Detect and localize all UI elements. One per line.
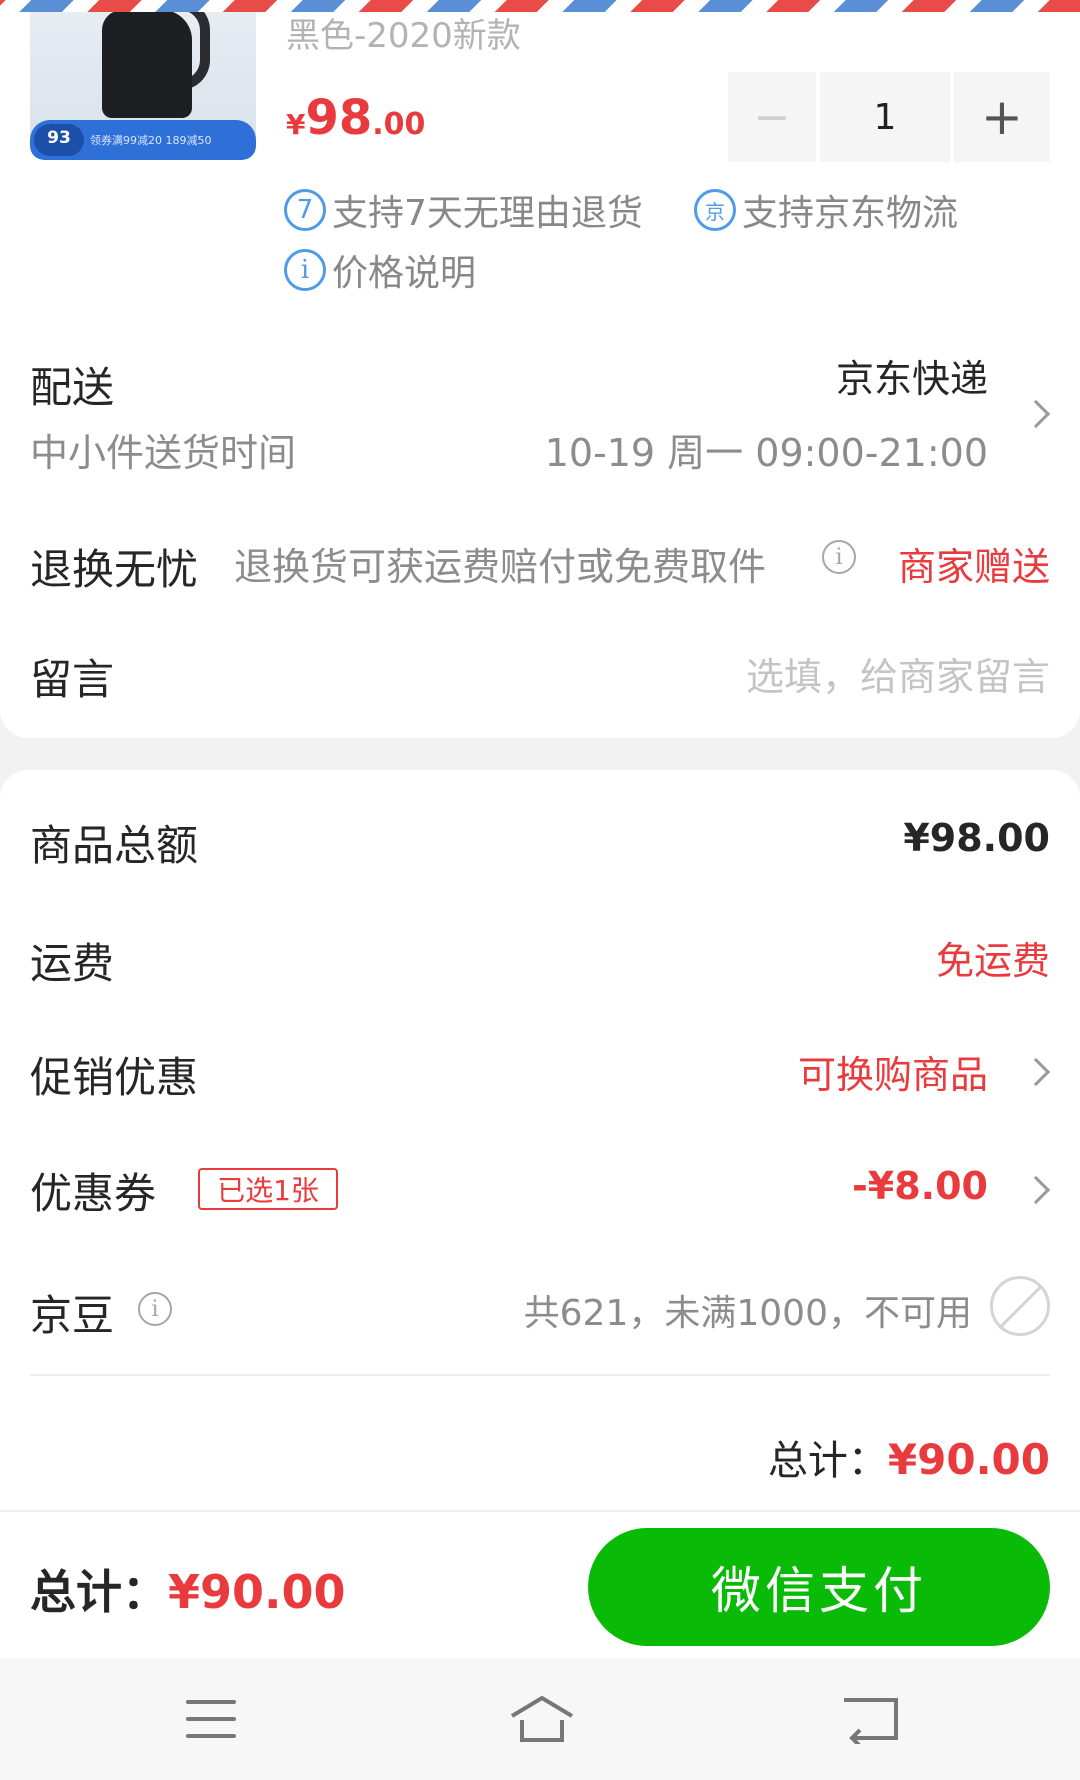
product-price: ¥98.00: [286, 90, 425, 146]
returns-gift-text: 商家赠送: [897, 545, 1050, 589]
quantity-stepper: − 1 +: [728, 72, 1050, 162]
jingdou-disabled-toggle-icon[interactable]: [990, 1276, 1050, 1336]
delivery-chevron-right-icon[interactable]: [1021, 399, 1051, 429]
service-7day-return: 7 支持7天无理由退货: [284, 184, 643, 236]
checkout-total-label: 总计：: [30, 1565, 168, 1619]
service-jd-logistics: 京 支持京东物流: [694, 184, 958, 236]
goods-total-label: 商品总额: [30, 821, 199, 870]
shipping-value: 免运费: [935, 939, 1050, 983]
thumbnail-promo-text: 领券满99减20 189减50: [90, 134, 212, 147]
price-decimal: .00: [372, 107, 426, 142]
quantity-value[interactable]: 1: [820, 72, 950, 162]
coupon-label: 优惠券: [30, 1169, 157, 1218]
home-icon[interactable]: [508, 1694, 576, 1744]
jingdou-info-icon[interactable]: i: [138, 1292, 172, 1326]
wechat-pay-button[interactable]: 微信支付: [588, 1528, 1050, 1646]
order-summary-card: [0, 770, 1080, 1510]
summary-total-value: ¥90.00: [887, 1435, 1050, 1484]
decrease-quantity-button[interactable]: −: [728, 72, 816, 162]
bag-graphic: [102, 10, 192, 118]
service-7day-return-text: 支持7天无理由退货: [332, 193, 643, 234]
delivery-time-label: 中小件送货时间: [30, 431, 297, 475]
product-thumbnail[interactable]: 93 领券满99减20 189减50: [30, 0, 256, 160]
coupon-selected-tag: 已选1张: [198, 1168, 338, 1210]
summary-divider: [30, 1374, 1050, 1376]
order-item-card: 93 领券满99减20 189减50 黑色-2020新款 ¥98.00 − 1 …: [0, 0, 1080, 738]
checkout-total: 总计：¥90.00: [30, 1556, 346, 1622]
jingdou-label: 京豆: [30, 1291, 115, 1340]
returns-label: 退换无忧: [30, 545, 199, 594]
thumbnail-promo-strip: 93 领券满99减20 189减50: [30, 120, 256, 160]
jingdou-status: 共621，未满1000，不可用: [523, 1293, 972, 1334]
summary-total-label: 总计：: [767, 1438, 888, 1484]
increase-quantity-button[interactable]: +: [954, 72, 1050, 162]
system-navigation-bar: [0, 1658, 1080, 1780]
service-jd-logistics-text: 支持京东物流: [742, 193, 959, 234]
airmail-border: [0, 0, 1080, 12]
menu-icon[interactable]: [186, 1700, 236, 1738]
price-currency: ¥: [286, 108, 306, 141]
price-explanation-link[interactable]: i 价格说明: [284, 244, 476, 296]
promotion-label: 促销优惠: [30, 1053, 199, 1102]
delivery-label: 配送: [30, 363, 115, 412]
coupon-value[interactable]: -¥8.00: [852, 1164, 988, 1208]
promotion-value[interactable]: 可换购商品: [798, 1044, 988, 1099]
back-icon[interactable]: [840, 1694, 900, 1744]
info-icon: i: [284, 249, 326, 291]
thumbnail-promo-badge: 93: [34, 124, 84, 156]
goods-total-value: ¥98.00: [903, 816, 1050, 860]
checkout-total-value: ¥90.00: [168, 1565, 346, 1619]
product-spec: 黑色-2020新款: [286, 16, 521, 56]
returns-description: 退换货可获运费赔付或免费取件: [234, 545, 767, 589]
seven-day-icon: 7: [284, 189, 326, 231]
shipping-label: 运费: [30, 939, 115, 988]
delivery-time: 10-19 周一 09:00-21:00: [544, 431, 988, 475]
message-input[interactable]: 选填，给商家留言: [746, 646, 1050, 701]
summary-total: 总计：¥90.00: [768, 1428, 1050, 1486]
price-integer: 98: [305, 90, 373, 146]
price-explanation-text: 价格说明: [332, 253, 477, 294]
jd-logistics-icon: 京: [694, 189, 736, 231]
returns-info-icon[interactable]: i: [822, 540, 856, 574]
delivery-method[interactable]: 京东快递: [836, 348, 988, 403]
message-label: 留言: [30, 655, 115, 704]
